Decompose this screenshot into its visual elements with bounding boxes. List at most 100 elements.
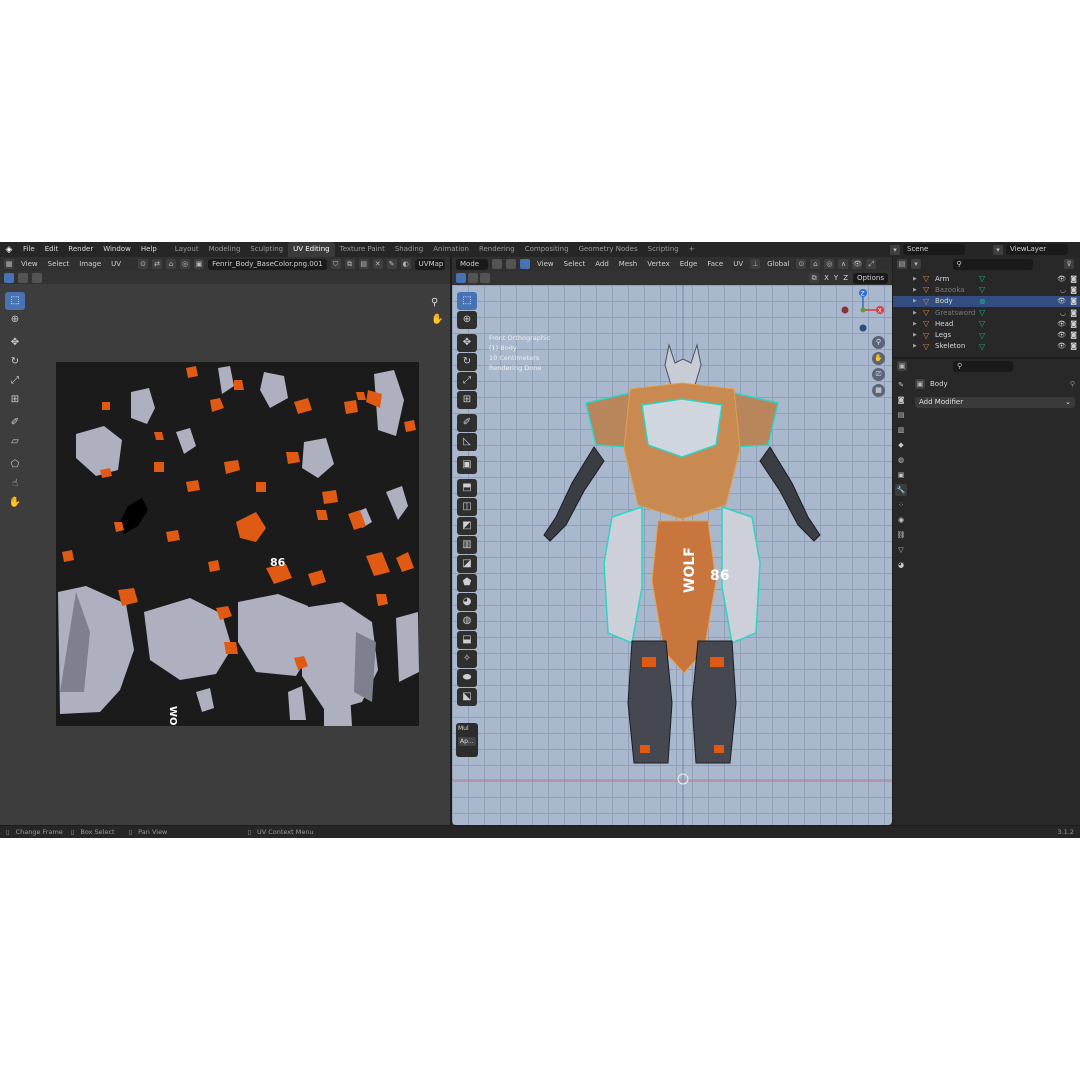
mirror-icon[interactable]: ⧉ [809,273,820,283]
pivot-icon[interactable]: ⊙ [138,259,149,269]
outliner-row-greatsword[interactable]: ▶ ▽ Greatsword ▽ ◡ ◙ [893,307,1080,318]
render-camera-icon[interactable]: ◙ [1070,286,1077,294]
vp-menu-uv[interactable]: UV [730,260,746,268]
expand-icon[interactable]: ▶ [913,321,919,327]
snap-icon[interactable]: ⌂ [166,259,177,269]
vp-rotate-tool-icon[interactable]: ↻ [457,353,477,371]
object-tab-icon[interactable]: ▣ [895,469,907,481]
expand-icon[interactable]: ▶ [913,298,919,304]
outliner-type-icon[interactable]: ▤ [897,259,907,269]
visibility-eye-icon[interactable]: 👁 [1057,275,1066,283]
move-tool-icon[interactable]: ✥ [5,334,25,352]
zoom-icon[interactable]: ⚲ [431,297,443,308]
inset-tool-icon[interactable]: ◫ [457,498,477,516]
face-select-mode-icon[interactable] [32,272,42,283]
face-mode-icon[interactable] [520,259,530,269]
render-camera-icon[interactable]: ◙ [1070,320,1077,328]
sub-edge-icon[interactable] [468,273,478,283]
constraints-tab-icon[interactable]: ⛓ [895,529,907,541]
visibility-eye-icon[interactable]: 👁 [1057,320,1066,328]
render-camera-icon[interactable]: ◙ [1070,297,1077,305]
tab-scripting[interactable]: Scripting [643,242,684,257]
vp-cursor-tool-icon[interactable]: ⊕ [457,311,477,329]
tab-shading[interactable]: Shading [390,242,428,257]
extrude-tool-icon[interactable]: ⬒ [457,479,477,497]
uv-menu-image[interactable]: Image [76,260,104,268]
expand-icon[interactable]: ▶ [913,287,919,293]
sub-vertex-icon[interactable] [456,273,466,283]
tab-uv-editing[interactable]: UV Editing [288,242,335,257]
rotate-tool-icon[interactable]: ↻ [5,353,25,371]
filter-icon[interactable]: ⊽ [1064,259,1074,269]
tab-animation[interactable]: Animation [428,242,474,257]
bevel-tool-icon[interactable]: ◩ [457,517,477,535]
tab-compositing[interactable]: Compositing [520,242,574,257]
vp-scale-tool-icon[interactable]: ⤢ [457,372,477,390]
expand-icon[interactable]: ▶ [913,276,919,282]
hidden-eye-icon[interactable]: ◡ [1060,286,1066,294]
scene-icon[interactable]: ▾ [890,244,900,255]
pin-icon[interactable]: ✎ [386,259,397,269]
transform-tool-icon[interactable]: ⊞ [5,391,25,409]
vertex-select-mode-icon[interactable] [4,272,14,283]
pan-hand-icon[interactable]: ✋ [431,314,443,325]
pan-hand-icon[interactable]: ✋ [872,352,885,365]
add-cube-tool-icon[interactable]: ▣ [457,456,477,474]
modifier-tab-icon[interactable]: 🔧 [895,484,907,496]
tab-sculpting[interactable]: Sculpting [245,242,288,257]
proportional-edit-icon[interactable]: ◎ [180,259,191,269]
display-mode-icon[interactable]: ▾ [911,259,921,269]
axis-z-toggle[interactable]: Z [843,274,848,282]
outliner-row-head[interactable]: ▶ ▽ Head ▽ 👁 ◙ [893,318,1080,329]
render-camera-icon[interactable]: ◙ [1070,331,1077,339]
menu-help[interactable]: Help [136,242,162,257]
edge-select-mode-icon[interactable] [18,272,28,283]
properties-search-icon[interactable]: ⚲ [953,360,1013,372]
particles-tab-icon[interactable]: ⁘ [895,499,907,511]
image-name-field[interactable]: Fenrir_Body_BaseColor.png.001 [208,258,327,270]
vp-menu-view[interactable]: View [534,260,557,268]
axis-y-toggle[interactable]: Y [834,274,838,282]
poly-build-tool-icon[interactable]: ⬟ [457,574,477,592]
physics-tab-icon[interactable]: ◉ [895,514,907,526]
tool-tab-icon[interactable]: ✎ [895,379,907,391]
expand-icon[interactable]: ▶ [913,332,919,338]
properties-type-icon[interactable]: ▣ [897,361,907,371]
scene-selector[interactable]: Scene [903,244,965,255]
view-layer-selector[interactable]: ViewLayer [1006,244,1068,255]
fake-user-icon[interactable]: ⛉ [330,259,341,269]
smooth-tool-icon[interactable]: ◍ [457,612,477,630]
blender-logo-icon[interactable]: ◈ [0,245,18,255]
shrink-fatten-tool-icon[interactable]: ✧ [457,650,477,668]
vp-menu-face[interactable]: Face [704,260,726,268]
outliner-row-skeleton[interactable]: ▶ ▽ Skeleton ▽ 👁 ◙ [893,341,1080,352]
overlay-icon[interactable]: ◐ [400,259,411,269]
outliner-row-body[interactable]: ▶ ▽ Body ⊗ 👁 ◙ [893,295,1080,307]
pinch-tool-icon[interactable]: ✋ [5,494,25,512]
visibility-eye-icon[interactable]: 👁 [1057,331,1066,339]
vertex-mode-icon[interactable] [492,259,502,269]
scale-tool-icon[interactable]: ⤢ [5,372,25,390]
operator-panel-title[interactable]: Mul [456,723,478,734]
menu-window[interactable]: Window [98,242,136,257]
measure-tool-icon[interactable]: ▱ [5,433,25,451]
view-layer-tab-icon[interactable]: ▥ [895,424,907,436]
render-camera-icon[interactable]: ◙ [1070,342,1077,350]
pivot-point-icon[interactable]: ⊙ [796,259,807,269]
tab-rendering[interactable]: Rendering [474,242,520,257]
tab-geometry-nodes[interactable]: Geometry Nodes [574,242,643,257]
annotate-tool-icon[interactable]: ✐ [5,414,25,432]
spin-tool-icon[interactable]: ◕ [457,593,477,611]
view-layer-icon[interactable]: ▾ [993,244,1003,255]
zoom-icon[interactable]: ⚲ [872,336,885,349]
unlink-image-icon[interactable]: ✕ [372,259,383,269]
outliner-row-legs[interactable]: ▶ ▽ Legs ▽ 👁 ◙ [893,329,1080,340]
orientation-selector[interactable]: Global [764,260,792,268]
cursor-tool-icon[interactable]: ⊕ [5,311,25,329]
uv-texture-canvas[interactable]: 86 WOLF [56,362,419,726]
material-tab-icon[interactable]: ◕ [895,559,907,571]
edge-mode-icon[interactable] [506,259,516,269]
output-tab-icon[interactable]: ▤ [895,409,907,421]
sync-selection-icon[interactable]: ⇄ [152,259,163,269]
uv-menu-select[interactable]: Select [45,260,73,268]
